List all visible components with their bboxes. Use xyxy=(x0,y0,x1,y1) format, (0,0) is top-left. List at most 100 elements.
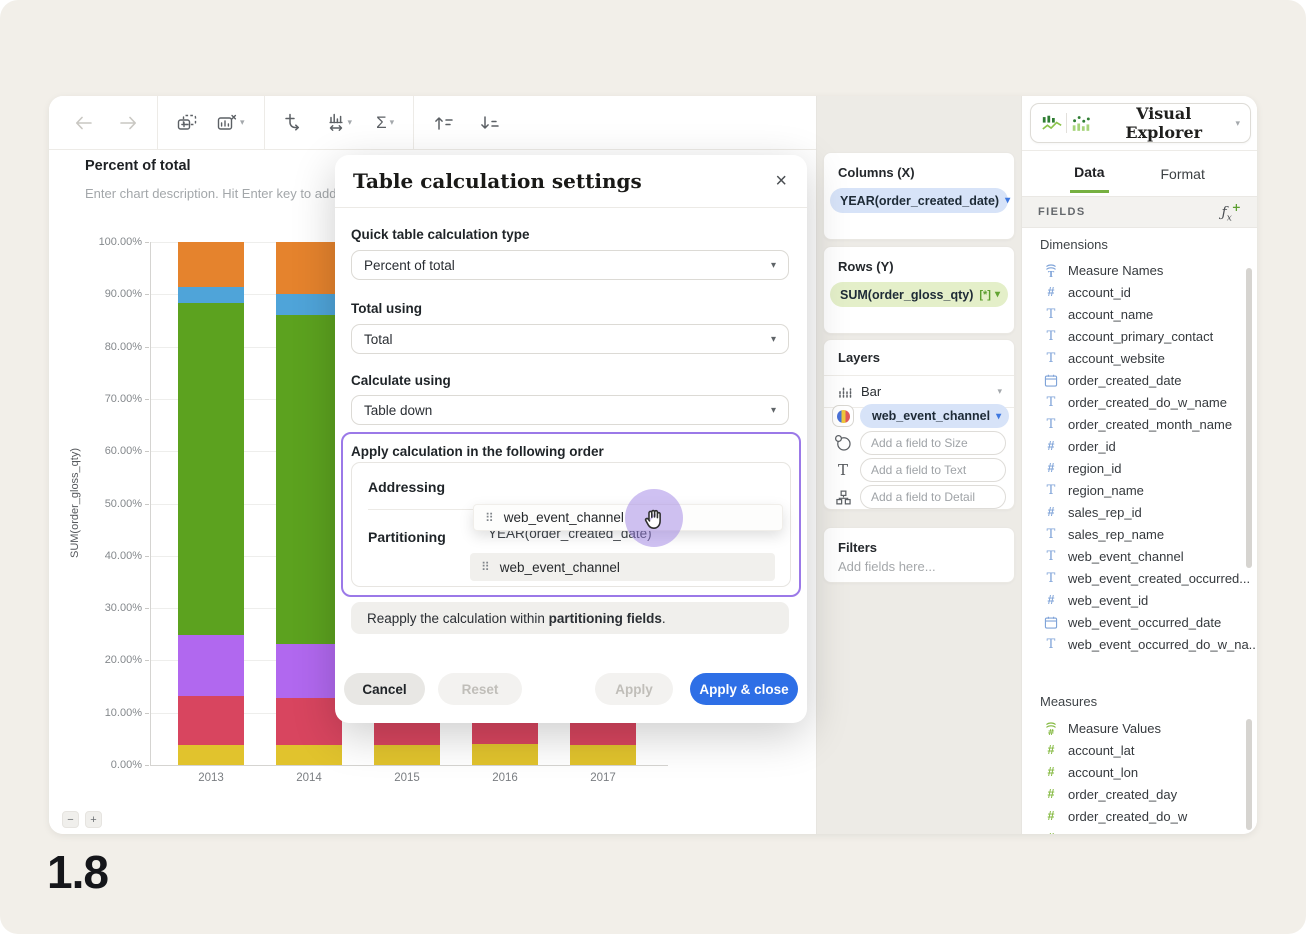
bar-segment[interactable] xyxy=(276,315,342,644)
field-item[interactable]: #order_created_do_w xyxy=(1022,805,1257,827)
field-item[interactable]: Taccount_website xyxy=(1022,347,1257,369)
size-field-input[interactable]: Add a field to Size xyxy=(860,431,1006,455)
rows-field-pill[interactable]: SUM(order_gloss_qty) [*] ▾ xyxy=(830,282,1008,307)
svg-text:T: T xyxy=(1048,270,1055,278)
zoom-in-button[interactable]: + xyxy=(85,811,102,828)
columns-field-pill[interactable]: YEAR(order_created_date) ▾ xyxy=(830,188,1008,213)
field-item[interactable]: #order_created_day xyxy=(1022,783,1257,805)
bar-segment[interactable] xyxy=(178,242,244,287)
calculate-using-select[interactable]: Table down ▾ xyxy=(351,395,789,425)
field-item-label: Measure Names xyxy=(1068,263,1163,278)
field-item[interactable]: #region_id xyxy=(1022,457,1257,479)
field-item[interactable]: #account_lat xyxy=(1022,739,1257,761)
color-field-pill[interactable]: web_event_channel ▾ xyxy=(860,404,1009,428)
tab-data[interactable]: Data xyxy=(1070,152,1108,193)
field-item-label: region_name xyxy=(1068,483,1144,498)
bar-segment[interactable] xyxy=(178,696,244,745)
field-item-label: web_event_id xyxy=(1068,593,1148,608)
field-item[interactable]: web_event_occurred_date xyxy=(1022,611,1257,633)
field-item[interactable]: Tweb_event_occurred_do_w_na... xyxy=(1022,633,1257,655)
x-tick-label: 2015 xyxy=(374,772,440,784)
apply-and-close-button[interactable]: Apply & close xyxy=(690,673,798,705)
y-tick-label: 60.00% xyxy=(84,445,142,457)
total-using-label: Total using xyxy=(351,301,422,316)
y-axis-tick xyxy=(145,504,149,505)
addressing-label: Addressing xyxy=(368,479,445,495)
field-item[interactable]: #order_id xyxy=(1022,435,1257,457)
dragged-field-label: web_event_channel xyxy=(504,510,624,525)
measures-label: Measures xyxy=(1040,694,1097,709)
text-field-input[interactable]: Add a field to Text xyxy=(860,458,1006,482)
field-item-label: account_lon xyxy=(1068,765,1138,780)
field-item[interactable]: Tsales_rep_name xyxy=(1022,523,1257,545)
measures-scrollbar[interactable] xyxy=(1246,719,1252,830)
bar-segment[interactable] xyxy=(570,745,636,765)
size-icon xyxy=(832,434,854,452)
drag-handle-icon[interactable]: ⠿ xyxy=(481,561,490,573)
zoom-out-button[interactable]: − xyxy=(62,811,79,828)
total-using-select[interactable]: Total ▾ xyxy=(351,324,789,354)
bar-segment[interactable] xyxy=(276,242,342,294)
bar-segment[interactable] xyxy=(276,745,342,765)
add-calculation-icon[interactable]: ƒx+ xyxy=(1222,201,1241,223)
filters-drop-zone[interactable]: Add fields here... xyxy=(824,557,1014,586)
reset-button[interactable]: Reset xyxy=(438,673,522,705)
field-item[interactable]: Taccount_primary_contact xyxy=(1022,325,1257,347)
bar-segment[interactable] xyxy=(472,744,538,765)
field-item-label: sales_rep_name xyxy=(1068,527,1164,542)
apply-button[interactable]: Apply xyxy=(595,673,673,705)
field-item-label: account_website xyxy=(1068,351,1165,366)
detail-field-input[interactable]: Add a field to Detail xyxy=(860,485,1006,509)
field-item[interactable]: #account_lon xyxy=(1022,761,1257,783)
reapply-note: Reapply the calculation within partition… xyxy=(351,602,789,634)
field-item[interactable]: Tweb_event_created_occurred... xyxy=(1022,567,1257,589)
close-icon[interactable]: × xyxy=(773,169,789,193)
note-prefix: Reapply the calculation within xyxy=(367,611,549,626)
tab-format[interactable]: Format xyxy=(1157,154,1209,192)
y-tick-label: 10.00% xyxy=(84,707,142,719)
visual-explorer-label: Visual Explorer xyxy=(1099,104,1228,142)
drag-handle-icon[interactable]: ⠿ xyxy=(485,512,494,524)
partitioning-field-item[interactable]: ⠿ web_event_channel xyxy=(470,553,775,581)
field-item[interactable]: Tweb_event_channel xyxy=(1022,545,1257,567)
field-item-label: account_primary_contact xyxy=(1068,329,1213,344)
calculate-using-label: Calculate using xyxy=(351,373,451,388)
y-tick-label: 80.00% xyxy=(84,341,142,353)
field-item-label: order_created_do_w_name xyxy=(1068,395,1227,410)
field-item[interactable]: Torder_created_month_name xyxy=(1022,413,1257,435)
bar-segment[interactable] xyxy=(276,644,342,698)
field-item-label: sales_rep_id xyxy=(1068,505,1142,520)
bar-segment[interactable] xyxy=(178,745,244,765)
field-item[interactable]: Torder_created_do_w_name xyxy=(1022,391,1257,413)
y-axis-tick xyxy=(145,608,149,609)
y-tick-label: 20.00% xyxy=(84,654,142,666)
field-item[interactable]: #Measure Values xyxy=(1022,717,1257,739)
chevron-down-icon[interactable]: ▾ xyxy=(996,411,1001,422)
bar-segment[interactable] xyxy=(178,303,244,635)
bar-segment[interactable] xyxy=(374,745,440,765)
chevron-down-icon[interactable]: ▾ xyxy=(1005,195,1010,206)
color-icon[interactable] xyxy=(832,405,854,427)
field-item[interactable]: order_created_date xyxy=(1022,369,1257,391)
bar-segment[interactable] xyxy=(276,698,342,745)
field-item[interactable]: Tregion_name xyxy=(1022,479,1257,501)
dimensions-scrollbar[interactable] xyxy=(1246,268,1252,568)
calc-type-select[interactable]: Percent of total ▾ xyxy=(351,250,789,280)
cancel-button[interactable]: Cancel xyxy=(344,673,425,705)
field-item[interactable]: T Measure Names xyxy=(1022,259,1257,281)
field-item[interactable]: #sales_rep_id xyxy=(1022,501,1257,523)
text-icon: T xyxy=(832,463,854,478)
chevron-down-icon[interactable]: ▾ xyxy=(995,289,1000,300)
field-item[interactable]: Taccount_name xyxy=(1022,303,1257,325)
bar-segment[interactable] xyxy=(276,294,342,315)
field-item[interactable]: #web_event_id xyxy=(1022,589,1257,611)
field-item[interactable]: #account_id xyxy=(1022,281,1257,303)
chevron-down-icon[interactable]: ▾ xyxy=(997,387,1002,396)
bar-segment[interactable] xyxy=(178,287,244,303)
bar-segment[interactable] xyxy=(178,635,244,696)
visual-explorer-selector[interactable]: Visual Explorer ▾ xyxy=(1030,103,1251,143)
field-item[interactable]: # xyxy=(1022,827,1257,834)
dimensions-label: Dimensions xyxy=(1040,237,1108,252)
fields-panel: Visual Explorer ▾ Data Format FIELDS ƒx+… xyxy=(1022,96,1257,834)
y-tick-label: 90.00% xyxy=(84,288,142,300)
